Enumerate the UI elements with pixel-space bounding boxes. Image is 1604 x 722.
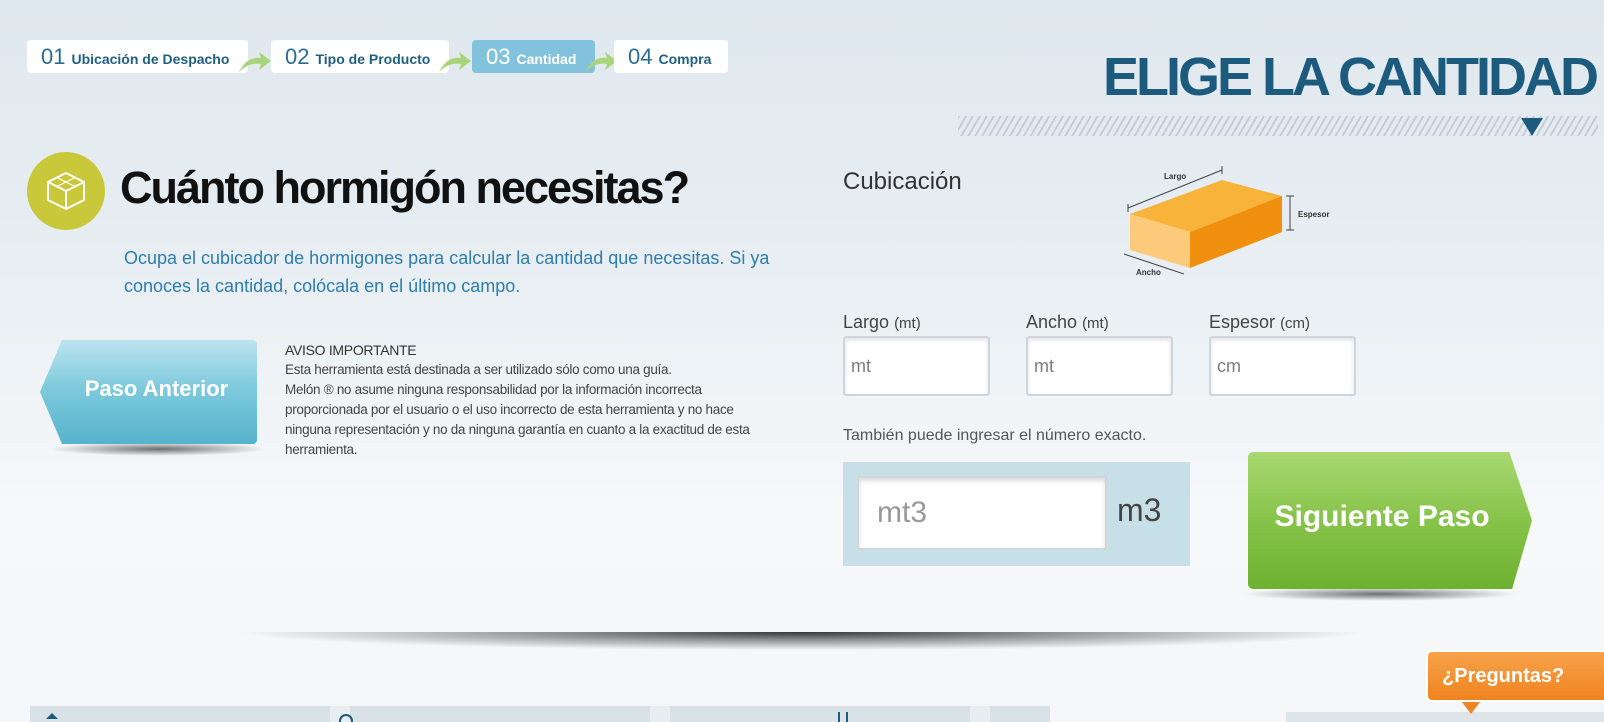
questions-label: ¿Preguntas?	[1442, 664, 1565, 687]
step-tipo-producto[interactable]: 02 Tipo de Producto	[271, 40, 449, 73]
step-arrow-icon	[439, 52, 471, 72]
step-number: 01	[41, 43, 66, 69]
important-notice: AVISO IMPORTANTE Esta herramienta está d…	[285, 340, 765, 460]
section-divider-shadow	[0, 632, 1604, 658]
footer-user-icon	[339, 714, 353, 722]
step-label: Ubicación de Despacho	[71, 50, 230, 67]
cube-icon	[27, 152, 105, 230]
notice-line: Melón ® no asume ninguna responsabilidad…	[285, 382, 750, 457]
largo-placeholder: mt	[851, 355, 871, 376]
step-label: Compra	[658, 50, 712, 67]
exact-quantity-placeholder: mt3	[877, 496, 928, 529]
largo-unit: (mt)	[894, 315, 921, 332]
ancho-label-text: Ancho	[1026, 312, 1078, 332]
step-number: 02	[285, 43, 310, 69]
step-ubicacion[interactable]: 01 Ubicación de Despacho	[27, 40, 248, 73]
exact-quantity-input[interactable]: mt3	[857, 476, 1107, 550]
exact-quantity-unit: m3	[1117, 492, 1162, 528]
questions-button[interactable]: ¿Preguntas?	[1426, 650, 1604, 702]
triangle-down-icon	[1521, 118, 1543, 136]
step-number: 04	[628, 43, 653, 69]
main-question: Cuánto hormigón necesitas?	[120, 162, 690, 213]
speech-tail-icon	[1462, 702, 1480, 714]
step-compra[interactable]: 04 Compra	[614, 40, 728, 73]
button-shadow	[1242, 587, 1518, 601]
largo-input[interactable]: mt	[843, 336, 990, 396]
notice-title: AVISO IMPORTANTE	[285, 342, 417, 358]
diagram-ancho-label: Ancho	[1136, 268, 1161, 277]
exact-quantity-panel: mt3 m3	[843, 462, 1190, 566]
largo-label: Largo (mt)	[843, 312, 921, 333]
step-cantidad[interactable]: 03 Cantidad	[472, 40, 595, 73]
notice-line: Esta herramienta está destinada a ser ut…	[285, 362, 672, 377]
espesor-placeholder: cm	[1217, 355, 1241, 376]
ancho-label: Ancho (mt)	[1026, 312, 1109, 333]
diagram-largo-label: Largo	[1164, 172, 1186, 181]
ancho-placeholder: mt	[1034, 355, 1054, 376]
next-step-button[interactable]: Siguiente Paso	[1242, 452, 1532, 601]
brick-dimensions-diagram: Largo Espesor Ancho	[1123, 166, 1330, 277]
button-shadow	[50, 442, 267, 456]
espesor-unit: (cm)	[1280, 315, 1311, 332]
step-label: Tipo de Producto	[315, 50, 431, 67]
previous-step-label: Paso Anterior	[84, 376, 229, 401]
ancho-input[interactable]: mt	[1026, 336, 1173, 396]
footer-tool-icon	[838, 712, 848, 722]
diagram-espesor-label: Espesor	[1298, 210, 1330, 219]
footer-house-icon	[46, 713, 58, 719]
ancho-unit: (mt)	[1082, 315, 1109, 332]
espesor-label-text: Espesor	[1209, 312, 1276, 332]
step-arrow-icon	[239, 52, 271, 72]
step-label: Cantidad	[516, 50, 577, 67]
footer-image-strip	[30, 706, 1050, 722]
title-hatch-decoration	[958, 116, 1598, 136]
largo-label-text: Largo	[843, 312, 890, 332]
next-step-label: Siguiente Paso	[1274, 500, 1490, 533]
footer-image-strip	[1286, 712, 1604, 722]
previous-step-button[interactable]: Paso Anterior	[40, 340, 267, 456]
exact-number-hint: También puede ingresar el número exacto.	[843, 427, 1147, 444]
cubicacion-title: Cubicación	[843, 168, 962, 195]
page-title: ELIGE LA CANTIDAD	[1103, 47, 1599, 107]
espesor-label: Espesor (cm)	[1209, 312, 1310, 333]
step-number: 03	[486, 43, 511, 69]
intro-text: Ocupa el cubicador de hormigones para ca…	[124, 248, 770, 296]
espesor-input[interactable]: cm	[1209, 336, 1356, 396]
